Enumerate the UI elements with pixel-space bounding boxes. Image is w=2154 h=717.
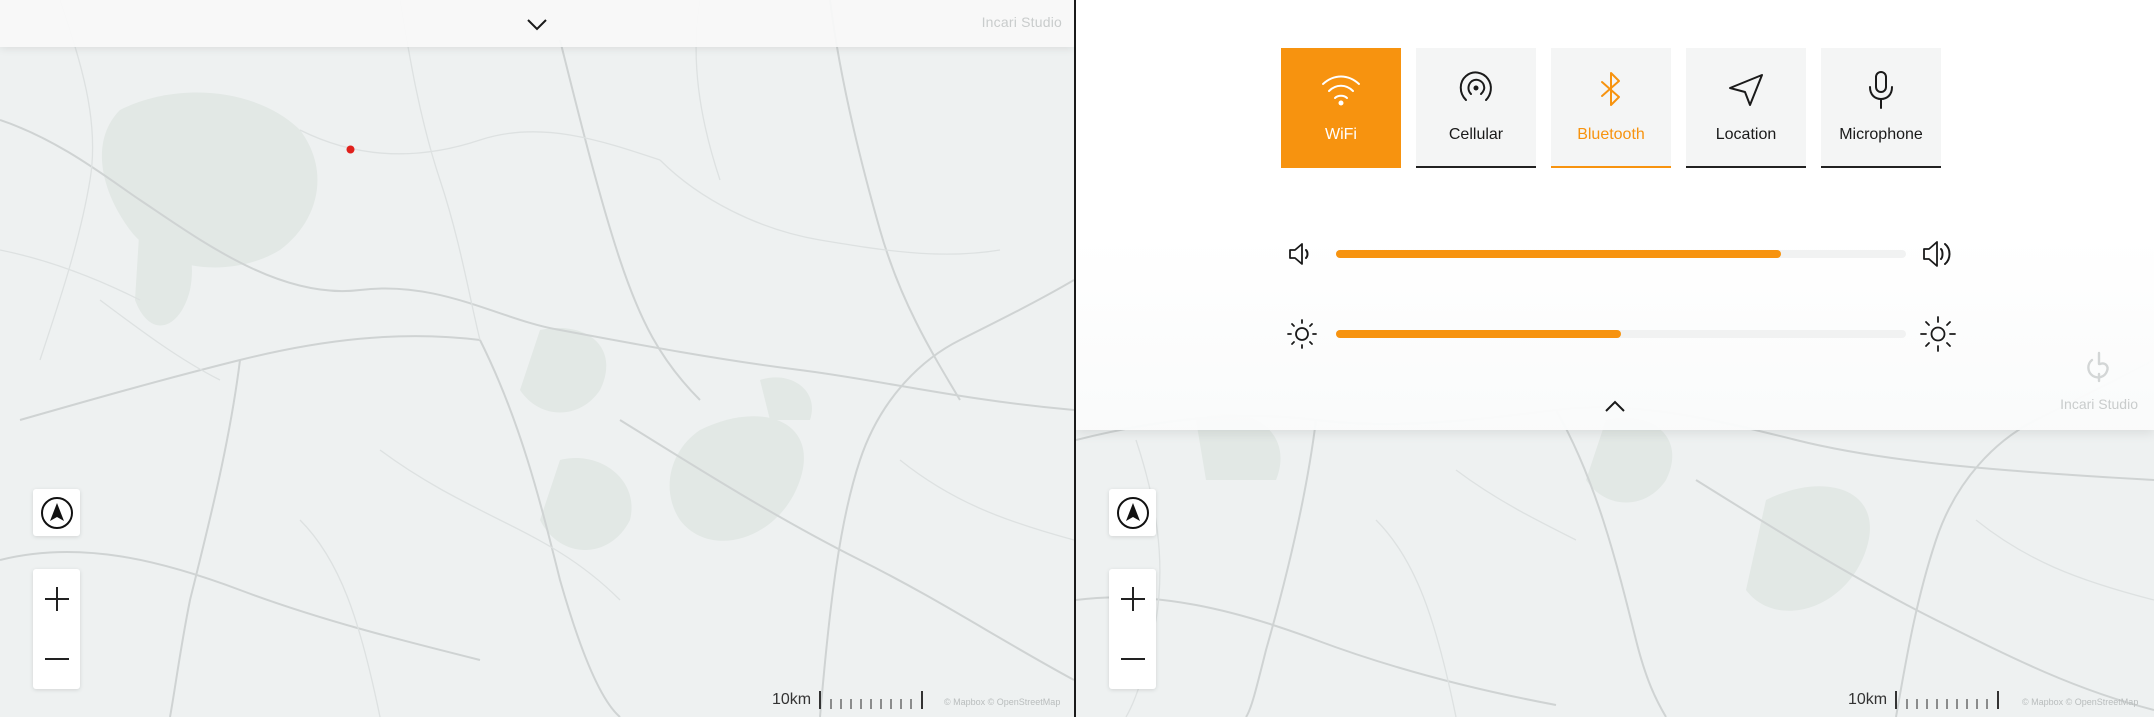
scale-bar: [819, 691, 924, 709]
brand-label: Incari Studio: [2060, 396, 2138, 412]
minus-icon: [44, 658, 69, 660]
map-attribution[interactable]: © Mapbox © OpenStreetMap: [2022, 697, 2138, 707]
brightness-slider-fill: [1336, 330, 1621, 338]
map-view-right[interactable]: WiFi Cellular Bluetooth Location Microph…: [1076, 0, 2154, 717]
volume-slider-fill: [1336, 250, 1781, 258]
brightness-slider[interactable]: [1336, 330, 1906, 338]
wifi-label: WiFi: [1325, 126, 1357, 143]
map-view-left[interactable]: Incari Studio 10km © Mapbox © OpenStreet…: [0, 0, 1074, 717]
location-arrow-icon: [1729, 74, 1763, 106]
location-marker[interactable]: [346, 145, 355, 154]
zoom-in-button[interactable]: [1109, 574, 1156, 624]
scale-bar: [1895, 691, 2000, 709]
compass-button[interactable]: [1109, 489, 1156, 536]
volume-slider[interactable]: [1336, 250, 1906, 258]
volume-high-icon[interactable]: [1920, 236, 1956, 272]
zoom-in-button[interactable]: [33, 574, 80, 624]
bluetooth-label: Bluetooth: [1577, 126, 1645, 143]
zoom-controls: [1109, 569, 1156, 689]
location-toggle[interactable]: Location: [1686, 48, 1806, 168]
location-label: Location: [1715, 126, 1777, 143]
brightness-slider-row: [1286, 314, 1956, 354]
brand-label: Incari Studio: [981, 14, 1062, 30]
quick-settings-panel: WiFi Cellular Bluetooth Location Microph…: [1076, 0, 2154, 430]
cellular-label: Cellular: [1448, 126, 1504, 143]
minus-icon: [1120, 658, 1145, 660]
zoom-controls: [33, 569, 80, 689]
toggle-tiles: WiFi Cellular Bluetooth Location Microph…: [1281, 48, 1941, 168]
collapse-panel-button[interactable]: [1600, 392, 1630, 420]
compass-icon: [40, 496, 73, 529]
expand-panel-button[interactable]: [522, 10, 552, 38]
bluetooth-toggle[interactable]: Bluetooth: [1551, 48, 1671, 168]
map-scale: 10km: [772, 691, 924, 709]
compass-icon: [1116, 496, 1149, 529]
compass-button[interactable]: [33, 489, 80, 536]
wifi-icon: [1322, 75, 1360, 106]
bluetooth-icon: [1601, 72, 1620, 106]
volume-slider-row: [1286, 234, 1956, 274]
microphone-toggle[interactable]: Microphone: [1821, 48, 1941, 168]
zoom-out-button[interactable]: [1109, 634, 1156, 684]
map-scale: 10km: [1848, 691, 2000, 709]
brightness-low-icon[interactable]: [1286, 318, 1318, 350]
scale-label: 10km: [1848, 691, 1888, 708]
microphone-label: Microphone: [1839, 126, 1923, 143]
plus-icon: [44, 587, 69, 611]
map-canvas[interactable]: [0, 0, 1074, 717]
scale-label: 10km: [772, 691, 812, 708]
map-attribution[interactable]: © Mapbox © OpenStreetMap: [944, 697, 1060, 707]
zoom-out-button[interactable]: [33, 634, 80, 684]
brightness-high-icon[interactable]: [1920, 316, 1956, 352]
cellular-toggle[interactable]: Cellular: [1416, 48, 1536, 168]
wifi-toggle[interactable]: WiFi: [1281, 48, 1401, 168]
volume-low-icon[interactable]: [1286, 238, 1318, 270]
chevron-down-icon: [527, 19, 547, 31]
brand-logo-icon: [2087, 351, 2109, 383]
plus-icon: [1120, 587, 1145, 611]
top-bar: Incari Studio: [0, 0, 1074, 47]
microphone-icon: [1869, 71, 1893, 109]
cellular-icon: [1459, 71, 1492, 101]
chevron-up-icon: [1605, 400, 1625, 412]
